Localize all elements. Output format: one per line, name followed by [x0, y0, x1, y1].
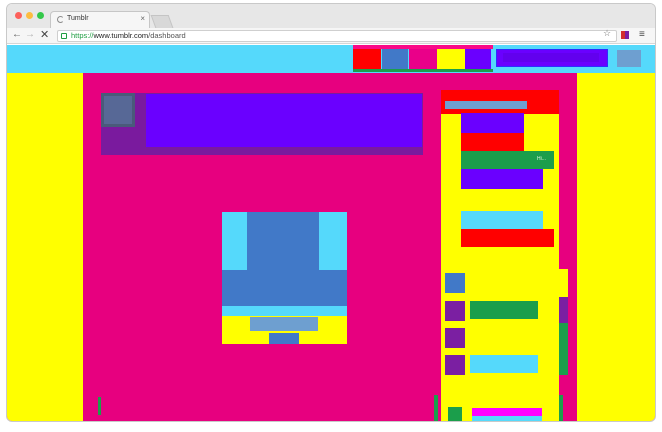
loading-icon: [57, 16, 64, 23]
header-nav-home[interactable]: [353, 49, 381, 69]
extension-icon[interactable]: [621, 31, 629, 39]
forward-icon[interactable]: →: [25, 29, 35, 40]
zoom-window-button[interactable]: [37, 12, 44, 19]
sidebar-block-2[interactable]: [461, 133, 524, 151]
bookmark-star-icon[interactable]: ☆: [603, 28, 611, 39]
sidebar-left-edge: [434, 395, 438, 421]
post-action-button[interactable]: [250, 317, 318, 331]
follow-button-1[interactable]: [559, 269, 568, 297]
header-nav-explore[interactable]: [382, 49, 408, 69]
sidebar-footer-icon[interactable]: [448, 407, 462, 421]
back-icon[interactable]: ←: [12, 29, 22, 40]
header-nav-messages[interactable]: [437, 49, 465, 69]
stop-icon[interactable]: ✕: [40, 28, 49, 41]
browser-toolbar: ← → ✕ https://www.tumblr.com/dashboard ☆…: [7, 28, 655, 44]
account-button[interactable]: [617, 50, 641, 67]
close-tab-icon[interactable]: ×: [140, 14, 145, 23]
right-gutter: [577, 73, 655, 421]
follow-button-3[interactable]: [559, 323, 568, 375]
sidebar-block-5[interactable]: [461, 211, 543, 229]
tab-strip: Tumblr ×: [7, 4, 655, 28]
url-text: https://www.tumblr.com/dashboard: [71, 31, 186, 40]
new-tab-button[interactable]: [150, 15, 174, 28]
header-nav-underline: [353, 69, 493, 72]
recommended-blog-avatar-4[interactable]: [445, 355, 465, 375]
post-content: [222, 270, 347, 306]
post-small-button[interactable]: [269, 333, 299, 344]
recommended-blog-avatar-1[interactable]: [445, 273, 465, 293]
sidebar-header-label: [445, 101, 527, 109]
minimize-window-button[interactable]: [26, 12, 33, 19]
sidebar-footer-bar: [472, 416, 542, 421]
tab-tumblr[interactable]: Tumblr ×: [50, 11, 150, 28]
left-gutter: [7, 73, 83, 421]
recommended-blog-name-2[interactable]: [470, 301, 538, 319]
tab-title: Tumblr: [67, 15, 89, 22]
header-nav-activity[interactable]: [465, 49, 491, 69]
search-input-field[interactable]: [503, 53, 599, 62]
left-gutter-marker: [98, 397, 101, 415]
post-image[interactable]: [247, 212, 319, 270]
browser-menu-icon[interactable]: ≡: [639, 29, 645, 40]
sidebar-block-1[interactable]: [461, 113, 524, 133]
sidebar-right-edge: [559, 395, 563, 421]
page-viewport: Hi...: [7, 45, 655, 421]
url-host: www.tumblr.com: [93, 31, 149, 40]
close-window-button[interactable]: [15, 12, 22, 19]
follow-button-2[interactable]: [559, 297, 568, 323]
url-path: /dashboard: [148, 31, 186, 40]
address-bar[interactable]: https://www.tumblr.com/dashboard: [57, 30, 617, 42]
sidebar-block-6[interactable]: [461, 229, 554, 247]
header-nav-inbox[interactable]: [409, 49, 437, 69]
recommended-blog-avatar-3[interactable]: [445, 328, 465, 348]
sidebar-footer-block: [472, 408, 542, 416]
post-divider: [222, 306, 347, 316]
url-scheme: https://: [71, 31, 94, 40]
composer-options[interactable]: [146, 94, 422, 147]
browser-window: Tumblr × ← → ✕ https://www.tumblr.com/da…: [7, 4, 655, 421]
sidebar-block-4[interactable]: [461, 169, 543, 189]
recommended-blog-avatar-2[interactable]: [445, 301, 465, 321]
sidebar-block-3-text: Hi...: [537, 156, 546, 162]
recommended-blog-name-4[interactable]: [470, 355, 538, 373]
avatar-image: [104, 96, 132, 124]
lock-icon: [61, 33, 67, 39]
